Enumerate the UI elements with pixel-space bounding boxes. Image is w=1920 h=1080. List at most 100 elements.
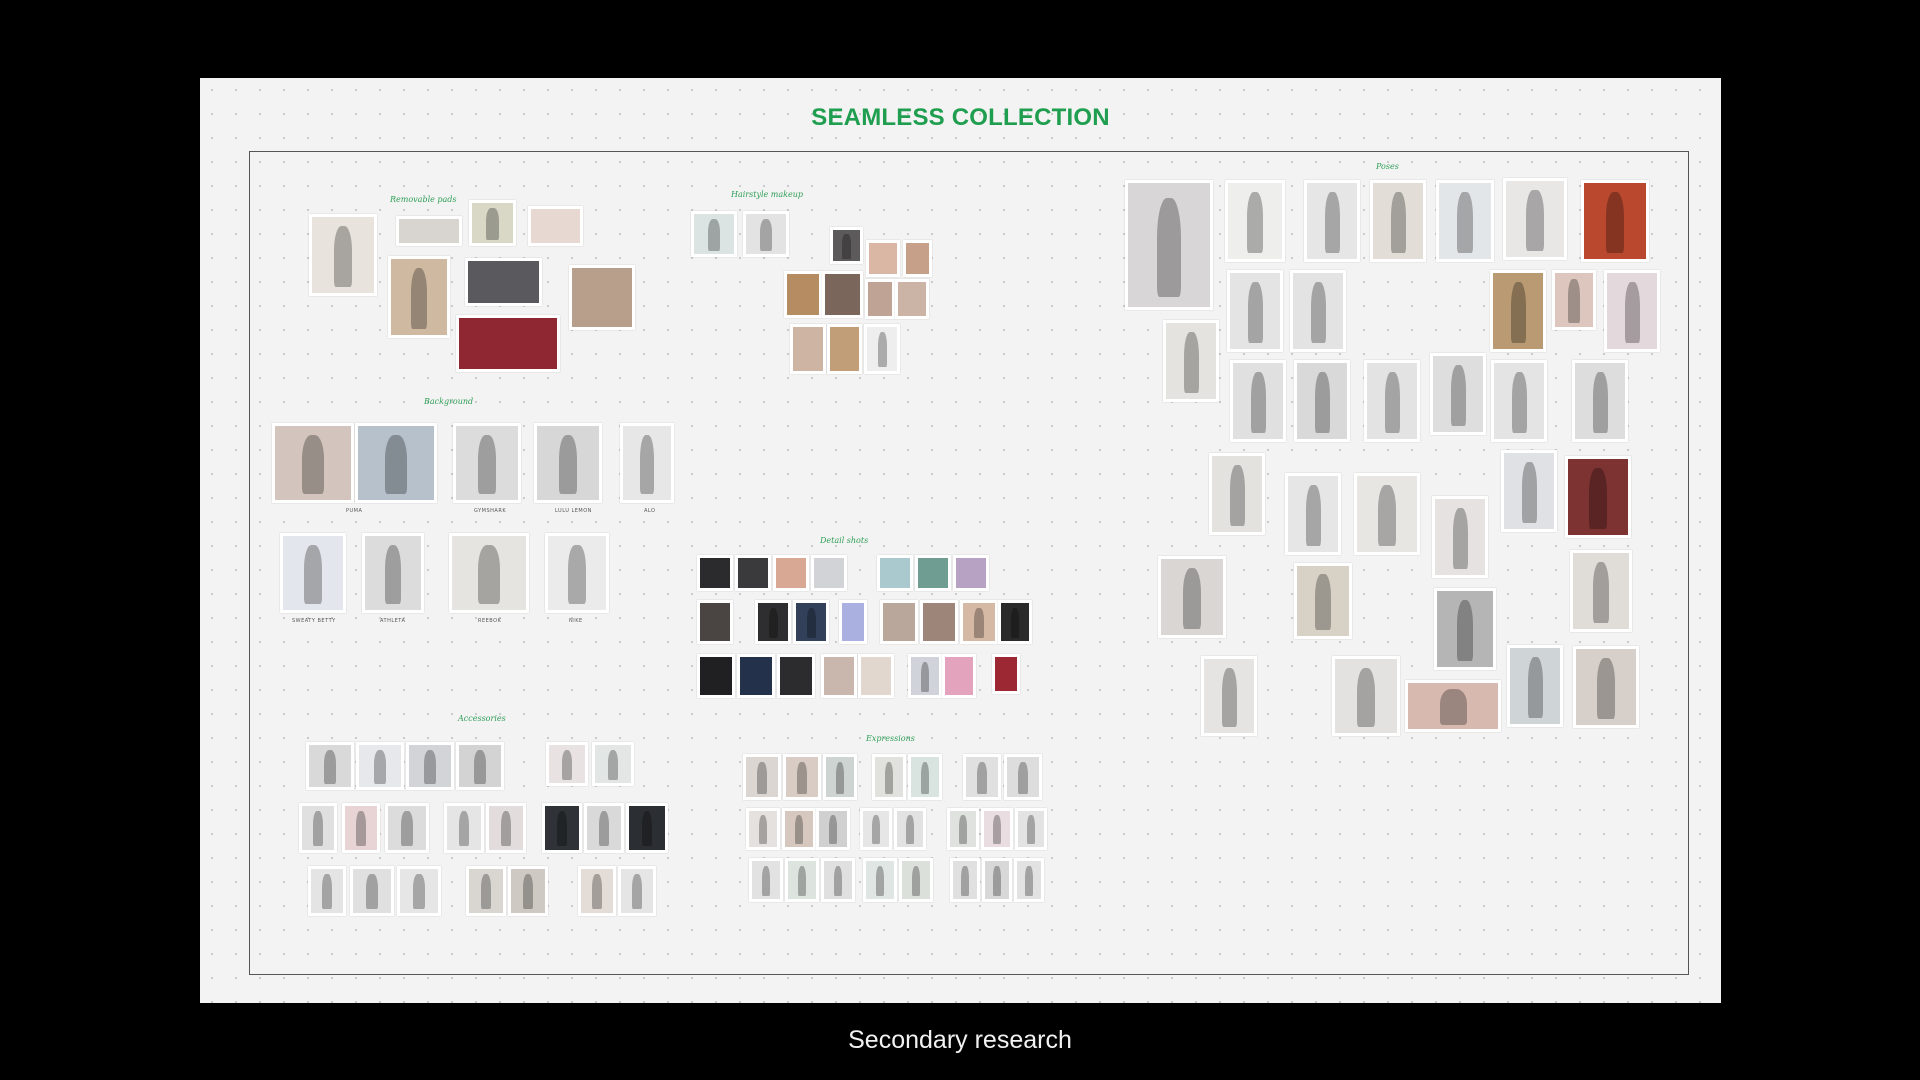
reference-photo — [749, 858, 783, 902]
reference-photo — [1285, 473, 1341, 555]
reference-photo — [1501, 450, 1557, 532]
reference-photo — [895, 279, 929, 319]
reference-photo — [865, 279, 895, 319]
reference-photo — [356, 742, 404, 790]
reference-photo — [1405, 680, 1501, 732]
reference-photo — [1209, 453, 1265, 535]
reference-photo — [737, 654, 775, 698]
reference-photo — [528, 206, 583, 246]
reference-photo — [1572, 360, 1628, 442]
reference-photo — [1573, 646, 1639, 728]
reference-photo — [942, 654, 976, 698]
reference-photo — [743, 754, 781, 800]
reference-photo — [872, 754, 906, 800]
brand-caption: NIKE — [569, 618, 583, 624]
reference-photo — [545, 533, 609, 613]
reference-photo — [816, 808, 850, 850]
reference-photo — [1570, 550, 1632, 632]
reference-photo — [306, 742, 354, 790]
reference-photo — [469, 200, 516, 246]
reference-photo — [830, 227, 863, 264]
reference-photo — [827, 324, 862, 374]
reference-photo — [456, 742, 504, 790]
reference-photo — [1565, 456, 1631, 538]
reference-photo — [746, 808, 780, 850]
reference-photo — [963, 754, 1001, 800]
reference-photo — [1201, 656, 1257, 736]
reference-photo — [350, 866, 394, 916]
reference-photo — [864, 324, 900, 374]
reference-photo — [1227, 270, 1283, 352]
reference-photo — [388, 256, 450, 338]
brand-caption: ALO — [644, 508, 656, 514]
reference-photo — [782, 808, 816, 850]
reference-photo — [1158, 556, 1226, 638]
reference-photo — [444, 803, 484, 853]
reference-photo — [466, 866, 506, 916]
reference-photo — [620, 423, 674, 503]
reference-photo — [342, 803, 380, 853]
reference-photo — [1015, 808, 1047, 850]
reference-photo — [863, 858, 897, 902]
reference-photo — [465, 258, 542, 306]
section-label-accessories: Accessories — [458, 714, 506, 723]
reference-photo — [1604, 270, 1660, 352]
reference-photo — [953, 555, 989, 591]
reference-photo — [785, 858, 819, 902]
brand-caption: SWEATY BETTY — [292, 618, 336, 624]
reference-photo — [1354, 473, 1420, 555]
reference-photo — [981, 808, 1013, 850]
reference-photo — [1436, 180, 1494, 262]
reference-photo — [793, 600, 829, 644]
reference-photo — [1230, 360, 1286, 442]
slide-caption: Secondary research — [848, 1026, 1072, 1054]
reference-photo — [1304, 180, 1360, 262]
reference-photo — [790, 324, 826, 374]
reference-photo — [697, 600, 733, 644]
reference-photo — [1294, 360, 1350, 442]
reference-photo — [1490, 270, 1546, 352]
section-label-expressions: Expressions — [866, 734, 915, 743]
presentation-slide: SEAMLESS COLLECTION Removable pads Hairs… — [0, 0, 1920, 1080]
reference-photo — [1434, 588, 1496, 670]
reference-photo — [839, 600, 867, 644]
reference-photo — [697, 555, 733, 591]
reference-photo — [1430, 353, 1486, 435]
reference-photo — [569, 265, 635, 330]
reference-photo — [920, 600, 958, 644]
reference-photo — [860, 808, 892, 850]
reference-photo — [453, 423, 521, 503]
reference-photo — [362, 533, 424, 613]
reference-photo — [309, 214, 377, 296]
reference-photo — [1225, 180, 1285, 262]
reference-photo — [1004, 754, 1042, 800]
reference-photo — [950, 858, 980, 902]
section-label-removable-pads: Removable pads — [390, 195, 457, 204]
reference-photo — [1491, 360, 1547, 442]
reference-photo — [697, 654, 735, 698]
reference-photo — [542, 803, 582, 853]
reference-photo — [397, 866, 441, 916]
reference-photo — [903, 240, 932, 277]
reference-photo — [743, 211, 789, 257]
reference-photo — [866, 240, 900, 277]
reference-photo — [777, 654, 815, 698]
reference-photo — [385, 803, 429, 853]
reference-photo — [822, 271, 863, 318]
reference-photo — [534, 423, 602, 503]
reference-photo — [877, 555, 913, 591]
reference-photo — [880, 600, 918, 644]
reference-photo — [1370, 180, 1426, 262]
reference-photo — [508, 866, 548, 916]
reference-photo — [626, 803, 668, 853]
reference-photo — [449, 533, 529, 613]
reference-photo — [823, 754, 857, 800]
brand-caption: PUMA — [346, 508, 363, 514]
reference-photo — [960, 600, 998, 644]
reference-photo — [308, 866, 346, 916]
reference-photo — [1552, 270, 1596, 330]
reference-photo — [998, 600, 1032, 644]
section-label-poses: Poses — [1376, 162, 1399, 171]
reference-photo — [456, 315, 560, 372]
reference-photo — [947, 808, 979, 850]
